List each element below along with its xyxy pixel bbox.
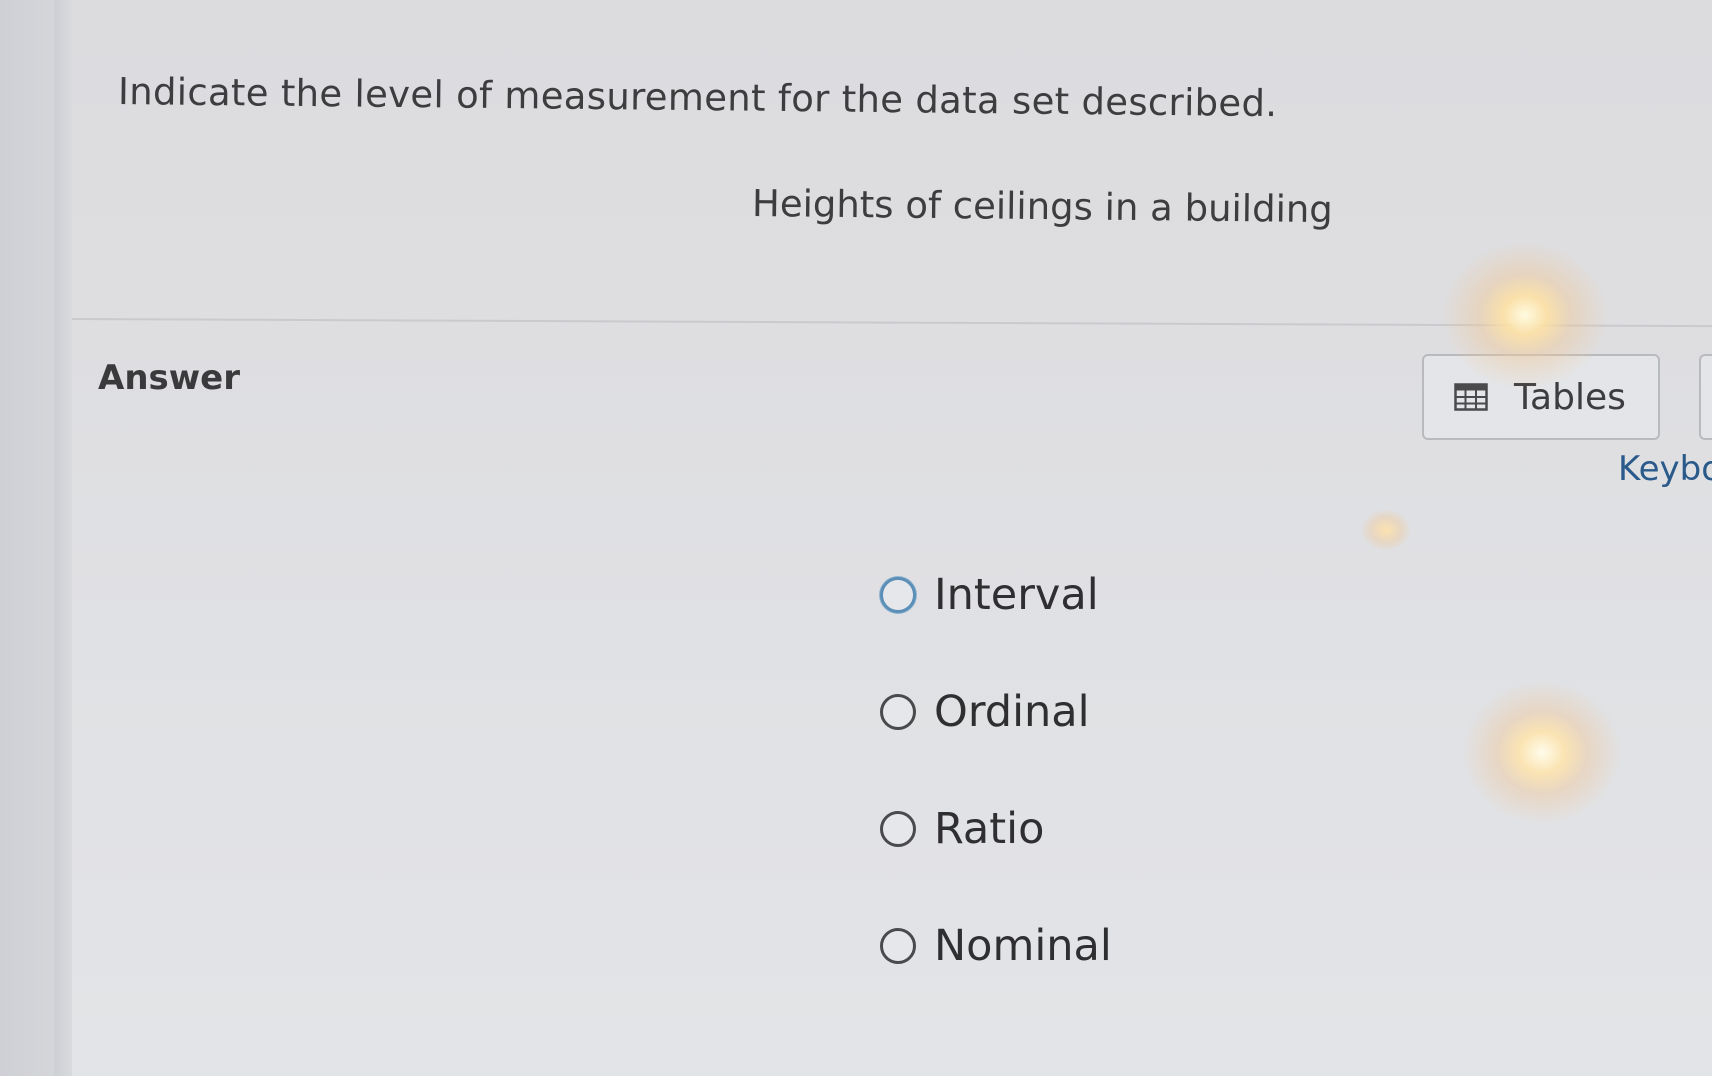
option-ratio[interactable]: Ratio	[880, 804, 1044, 854]
keyboard-link[interactable]: Keybo	[1618, 449, 1712, 489]
option-interval-label: Interval	[934, 570, 1099, 620]
radio-nominal[interactable]	[880, 928, 916, 964]
tables-button-label: Tables	[1514, 376, 1626, 418]
option-ordinal-label: Ordinal	[934, 687, 1090, 737]
option-ratio-label: Ratio	[934, 804, 1045, 854]
tool-button-partial[interactable]	[1699, 354, 1712, 440]
panel-left-edge	[54, 0, 72, 1076]
option-nominal-label: Nominal	[934, 921, 1112, 971]
question-panel	[70, 0, 1712, 1076]
option-nominal[interactable]: Nominal	[880, 921, 1112, 971]
screen: Indicate the level of measurement for th…	[0, 0, 1712, 1076]
option-ordinal[interactable]: Ordinal	[880, 687, 1090, 737]
radio-ordinal[interactable]	[880, 694, 916, 730]
table-grid-icon	[1454, 383, 1488, 411]
answer-heading: Answer	[98, 358, 240, 398]
radio-interval[interactable]	[880, 577, 916, 613]
dataset-description: Heights of ceilings in a building	[751, 182, 1334, 232]
option-interval[interactable]: Interval	[880, 570, 1099, 620]
tables-button[interactable]: Tables	[1422, 354, 1660, 440]
radio-ratio[interactable]	[880, 811, 916, 847]
